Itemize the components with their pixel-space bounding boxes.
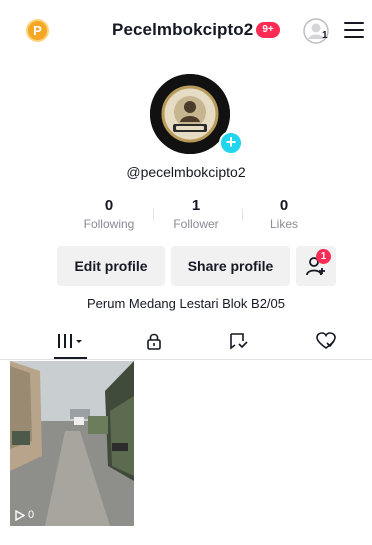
tab-liked[interactable]: [306, 322, 346, 360]
videos-grid-icon: [58, 334, 82, 348]
add-friend-badge: 1: [316, 249, 331, 264]
profile-tabs: [0, 322, 372, 360]
stat-divider: [153, 209, 154, 221]
active-tab-indicator: [54, 357, 87, 359]
stat-likes-label: Likes: [269, 217, 298, 231]
avatar-logo-icon: [150, 74, 230, 154]
stat-likes-value: 0: [279, 197, 289, 214]
repost-icon: [230, 333, 248, 350]
liked-heart-icon: [316, 332, 336, 349]
video-thumbnail-image: [10, 361, 134, 526]
stat-following-value: 0: [104, 197, 114, 214]
lock-icon: [147, 333, 161, 350]
account-count: 1: [322, 30, 328, 41]
tab-videos[interactable]: [50, 322, 90, 360]
add-avatar-button[interactable]: +: [219, 131, 243, 155]
video-views: 0: [28, 509, 35, 521]
share-profile-button[interactable]: Share profile: [171, 246, 290, 286]
notification-badge: 9+: [256, 22, 280, 38]
stat-divider: [242, 209, 243, 221]
stat-likes[interactable]: 0 Likes: [249, 197, 319, 231]
stat-following[interactable]: 0 Following: [74, 197, 144, 231]
stat-follower-value: 1: [191, 197, 201, 214]
profile-bio: Perum Medang Lestari Blok B2/05: [87, 296, 285, 311]
tab-private[interactable]: [134, 322, 174, 360]
tab-reposts[interactable]: [218, 322, 258, 360]
video-thumbnail[interactable]: 0: [10, 361, 134, 526]
menu-icon[interactable]: [344, 22, 364, 38]
stat-follower[interactable]: 1 Follower: [161, 197, 231, 231]
video-view-count: 0: [15, 509, 34, 521]
profile-stats: 0 Following 1 Follower 0 Likes: [78, 197, 308, 237]
stat-following-label: Following: [83, 217, 135, 231]
username-switcher[interactable]: Pecelmbokcipto2 9+: [112, 20, 280, 40]
stat-follower-label: Follower: [173, 217, 219, 231]
play-icon: [15, 509, 25, 521]
top-bar: P Pecelmbokcipto2 9+ 1: [0, 0, 372, 60]
profile-handle: @pecelmbokcipto2: [126, 164, 246, 180]
coin-label: P: [33, 23, 42, 38]
edit-profile-button[interactable]: Edit profile: [57, 246, 165, 286]
coin-icon[interactable]: P: [26, 19, 49, 42]
username-title: Pecelmbokcipto2: [112, 20, 254, 39]
